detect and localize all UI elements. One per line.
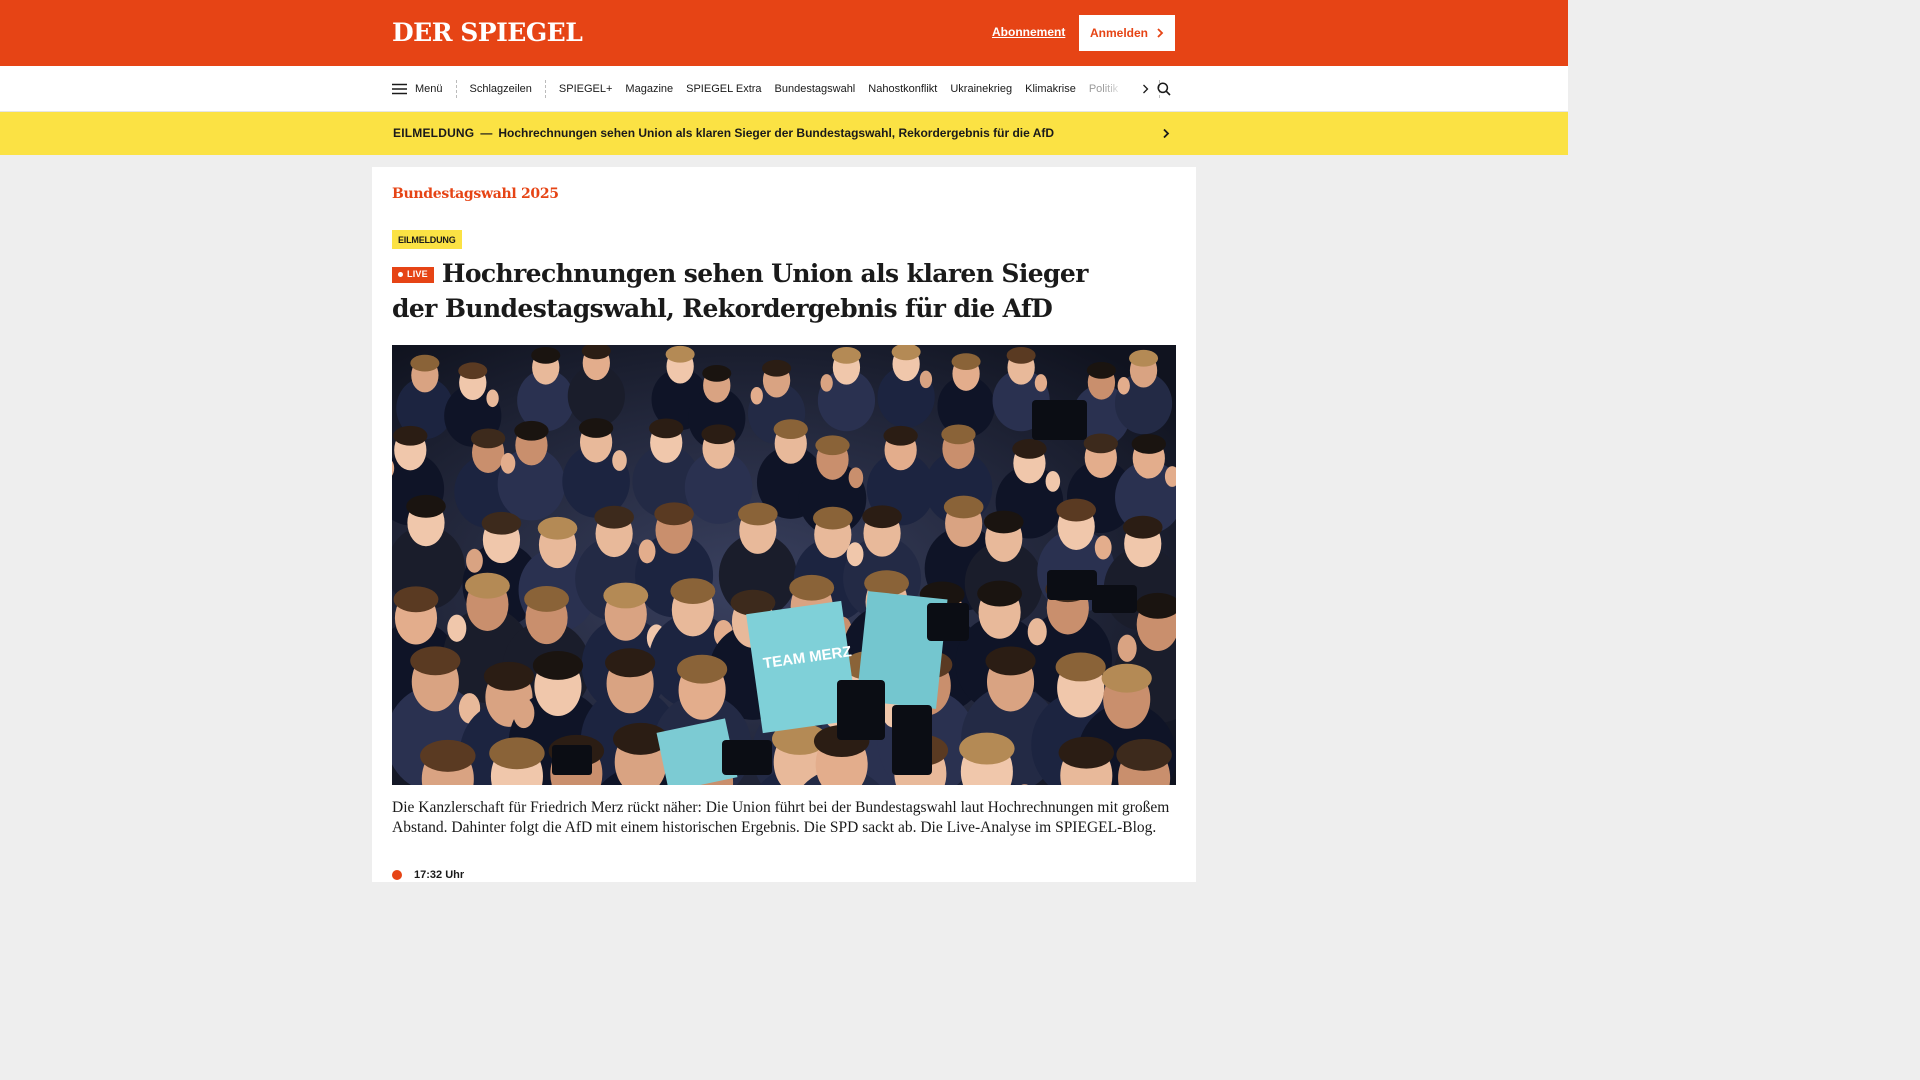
chevron-right-icon [1157,28,1164,38]
search-icon[interactable] [1157,82,1171,96]
article-photo[interactable]: TEAM MERZ [392,345,1176,785]
breaking-separator: — [480,126,493,140]
article-headline[interactable]: LIVE Hochrechnungen sehen Union als klare… [392,256,1132,326]
live-dot-icon [392,870,402,880]
nav-item-ukrainekrieg[interactable]: Ukrainekrieg [950,83,1012,95]
headline-text: Hochrechnungen sehen Union als klaren Si… [392,259,1088,323]
live-ticker-time: 17:32 Uhr [392,869,464,881]
chevron-right-icon [1143,84,1149,94]
nav-item-spiegel-extra[interactable]: SPIEGEL Extra [686,83,761,95]
login-button[interactable]: Anmelden [1079,15,1175,51]
breaking-label: EILMELDUNG [393,126,475,140]
login-button-label: Anmelden [1089,26,1148,40]
live-badge: LIVE [392,266,434,283]
hamburger-icon [392,83,407,95]
live-label: LIVE [407,269,428,279]
nav-item-bundestagswahl[interactable]: Bundestagswahl [775,83,856,95]
breaking-news-bar[interactable]: EILMELDUNG — Hochrechnungen sehen Union al… [0,112,1568,155]
breaking-news-text: EILMELDUNG — Hochrechnungen sehen Union al… [393,126,1054,140]
crowd-photo-illustration: TEAM MERZ [392,345,1176,785]
live-dot-icon [398,272,403,277]
nav-item-spiegel-plus[interactable]: SPIEGEL+ [559,83,613,95]
spiegel-logo[interactable]: DER SPIEGEL [392,18,583,47]
top-header: DER SPIEGEL Abonnement Anmelden [0,0,1568,66]
menu-label: Menü [415,83,443,95]
subscription-link[interactable]: Abonnement [992,25,1065,39]
article-kicker[interactable]: Bundestagswahl 2025 [392,186,559,202]
nav-divider [544,80,546,98]
breaking-headline: Hochrechnungen sehen Union als klaren Si… [498,126,1055,140]
main-navigation: Menü Schlagzeilen SPIEGEL+ Magazine SPIE… [0,66,1568,112]
ticker-time-label: 17:32 Uhr [414,869,465,881]
eilmeldung-badge: EILMELDUNG [392,230,462,249]
nav-divider [455,80,457,98]
nav-item-schlagzeilen[interactable]: Schlagzeilen [470,83,532,95]
nav-item-politik[interactable]: Politik [1089,83,1125,95]
menu-button[interactable]: Menü [392,83,443,95]
nav-item-magazine[interactable]: Magazine [625,83,673,95]
nav-item-klimakrise[interactable]: Klimakrise [1025,83,1076,95]
article-teaser: Die Kanzlerschaft für Friedrich Merz rüc… [392,799,1170,836]
nav-item-nahostkonflikt[interactable]: Nahostkonflikt [868,83,937,95]
chevron-right-icon[interactable] [1162,128,1170,139]
nav-scroll-right-button[interactable] [1139,82,1153,96]
